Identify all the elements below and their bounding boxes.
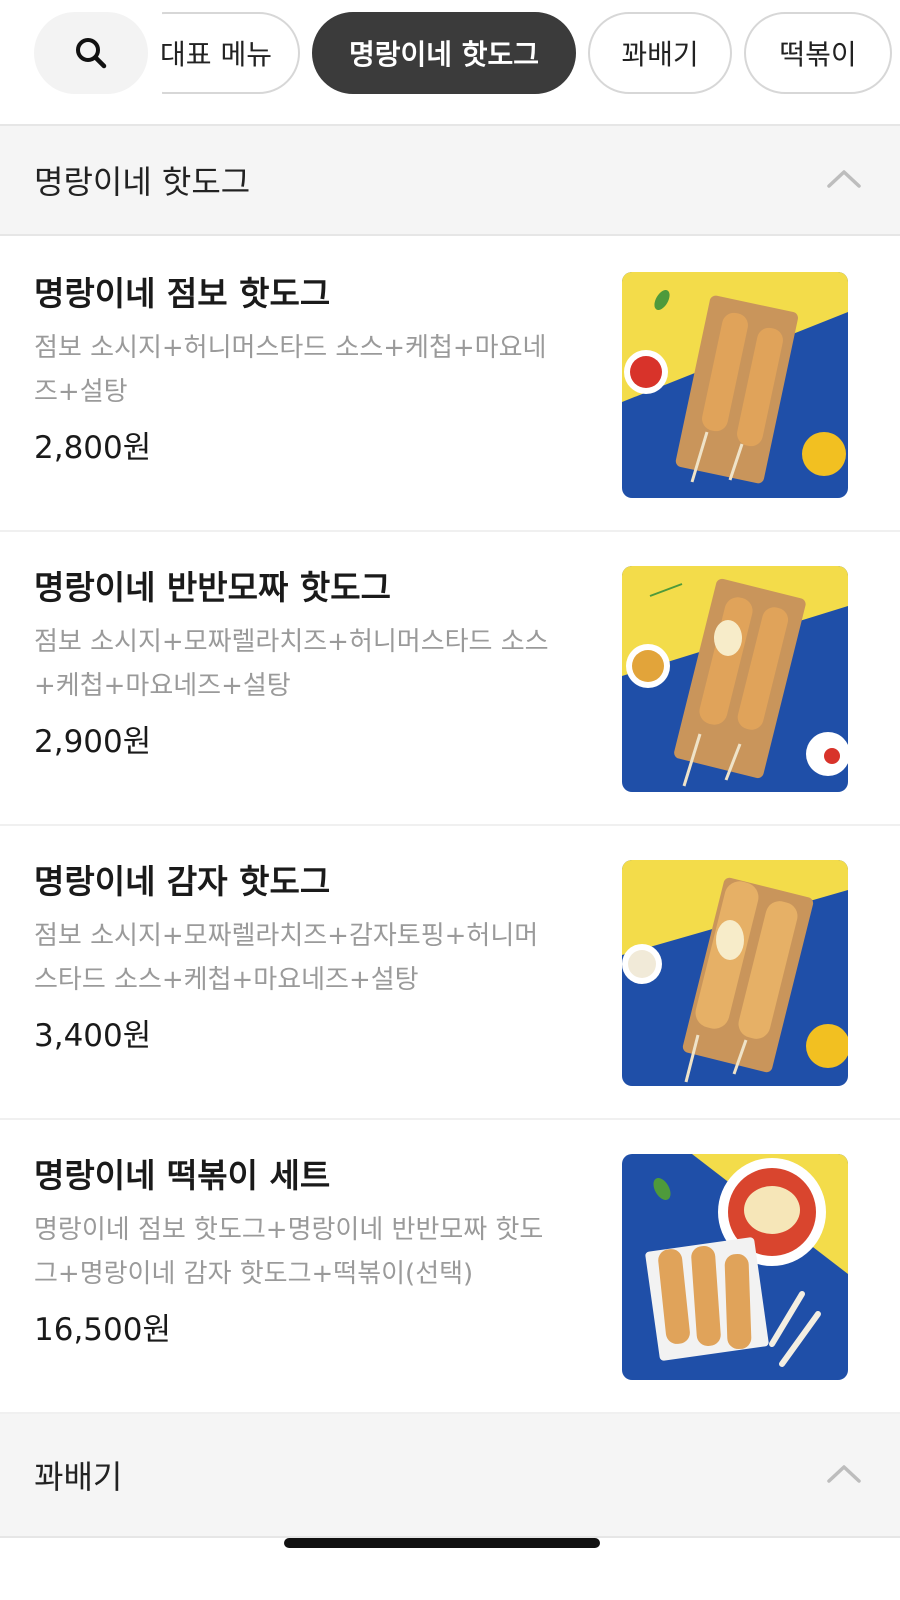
item-description: 점보 소시지+모짜렐라치즈+감자토핑+허니머 스타드 소스+케첩+마요네즈+설탕: [34, 921, 539, 995]
item-photo: [622, 860, 848, 1086]
item-photo: [622, 272, 848, 498]
chip-tteokbokki[interactable]: 떡볶이: [744, 12, 892, 94]
sauce-dip: [628, 950, 656, 978]
item-photo: [622, 1154, 848, 1380]
item-description: 점보 소시지+모짜렐라치즈+허니머스타드 소스 +케첩+마요네즈+설탕: [34, 627, 549, 701]
item-price: 3,400원: [34, 1018, 152, 1054]
category-chips: 대표 메뉴 명랑이네 핫도그 꽈배기 떡볶이: [162, 10, 900, 96]
chevron-up-icon[interactable]: [826, 167, 862, 193]
chevron-up-icon[interactable]: [826, 1462, 862, 1488]
item-name: 명랑이네 점보 핫도그: [34, 274, 331, 313]
item-description: 명랑이네 점보 핫도그+명랑이네 반반모짜 핫도 그+명랑이네 감자 핫도그+떡…: [34, 1215, 544, 1289]
item-name: 명랑이네 반반모짜 핫도그: [34, 568, 391, 607]
home-indicator[interactable]: [284, 1538, 600, 1548]
item-name: 명랑이네 떡볶이 세트: [34, 1156, 331, 1195]
chip-signature-menu[interactable]: 대표 메뉴: [162, 12, 300, 94]
section-title: 명랑이네 핫도그: [34, 163, 251, 201]
menu-item[interactable]: 명랑이네 떡볶이 세트 명랑이네 점보 핫도그+명랑이네 반반모짜 핫도 그+명…: [0, 1120, 900, 1414]
section-title: 꽈배기: [34, 1458, 123, 1496]
chip-twist-donut[interactable]: 꽈배기: [588, 12, 732, 94]
item-price: 16,500원: [34, 1312, 171, 1348]
item-name: 명랑이네 감자 핫도그: [34, 862, 331, 901]
item-price: 2,800원: [34, 430, 152, 466]
section-header-hotdog[interactable]: 명랑이네 핫도그: [0, 126, 900, 236]
chip-hotdog[interactable]: 명랑이네 핫도그: [312, 12, 576, 94]
menu-screen: 대표 메뉴 명랑이네 핫도그 꽈배기 떡볶이 명랑이네 핫도그 명랑이네 점보 …: [0, 0, 900, 1600]
search-button[interactable]: [34, 12, 148, 94]
sauce-dip: [632, 650, 664, 682]
menu-item[interactable]: 명랑이네 점보 핫도그 점보 소시지+허니머스타드 소스+케첩+마요네 즈+설탕…: [0, 238, 900, 532]
category-bar: 대표 메뉴 명랑이네 핫도그 꽈배기 떡볶이: [0, 0, 900, 126]
sauce-dip: [630, 356, 662, 388]
menu-list: 명랑이네 점보 핫도그 점보 소시지+허니머스타드 소스+케첩+마요네 즈+설탕…: [0, 238, 900, 1414]
item-photo: [622, 566, 848, 792]
menu-item[interactable]: 명랑이네 감자 핫도그 점보 소시지+모짜렐라치즈+감자토핑+허니머 스타드 소…: [0, 826, 900, 1120]
item-price: 2,900원: [34, 724, 152, 760]
search-icon: [76, 38, 107, 69]
section-header-twist[interactable]: 꽈배기: [0, 1414, 900, 1538]
item-description: 점보 소시지+허니머스타드 소스+케첩+마요네 즈+설탕: [34, 333, 547, 407]
menu-item[interactable]: 명랑이네 반반모짜 핫도그 점보 소시지+모짜렐라치즈+허니머스타드 소스 +케…: [0, 532, 900, 826]
